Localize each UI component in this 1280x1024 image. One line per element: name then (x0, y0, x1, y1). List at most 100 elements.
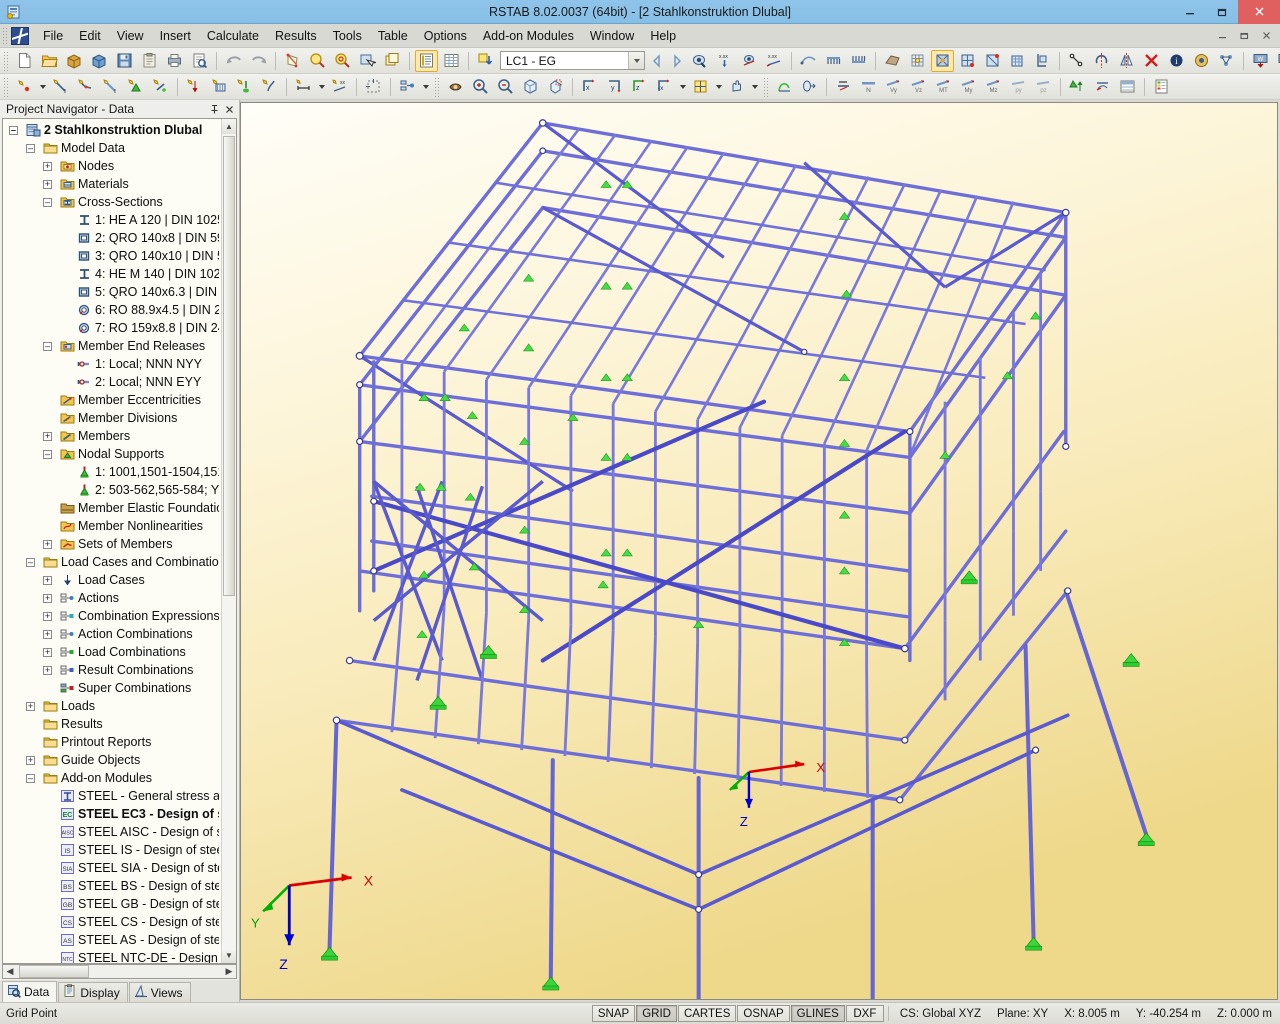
collapse-icon[interactable]: – (43, 450, 52, 459)
tree-item[interactable]: 5: QRO 140x6.3 | DIN 5 (3, 283, 221, 301)
delete-button[interactable] (1140, 50, 1163, 72)
mirror-button[interactable] (1115, 50, 1138, 72)
close-icon[interactable] (222, 102, 237, 117)
view-render-button[interactable] (689, 76, 712, 98)
menu-insert[interactable]: Insert (152, 26, 199, 46)
menu-edit[interactable]: Edit (71, 26, 109, 46)
open-file-button[interactable] (38, 50, 61, 72)
result-values-button[interactable] (738, 50, 761, 72)
toggle-dxf[interactable]: DXF (846, 1005, 884, 1022)
tree-item[interactable]: +Load Combinations (3, 643, 221, 661)
result-axial-button[interactable] (832, 76, 855, 98)
toggle-snap[interactable]: SNAP (592, 1005, 635, 1022)
open-project-button[interactable] (88, 50, 111, 72)
new-support-button[interactable] (124, 76, 147, 98)
result-diagram-button[interactable] (773, 76, 796, 98)
toolbar-grip-4[interactable] (763, 77, 769, 97)
tree-item[interactable]: STEEL - General stress ana (3, 787, 221, 805)
tree-item[interactable]: +Materials (3, 175, 221, 193)
print-button[interactable] (163, 50, 186, 72)
nodal-load-button[interactable] (183, 76, 206, 98)
collapse-icon[interactable]: – (26, 774, 35, 783)
result-My-button[interactable]: My (957, 76, 980, 98)
tree-item[interactable]: 4: HE M 140 | DIN 1025 (3, 265, 221, 283)
tree-item[interactable]: Super Combinations (3, 679, 221, 697)
tab-data[interactable]: Data (2, 981, 57, 1002)
collapse-icon[interactable]: – (43, 342, 52, 351)
undo-button[interactable] (222, 50, 245, 72)
tree-item[interactable]: 1: HE A 120 | DIN 1025 (3, 211, 221, 229)
edit-model-button[interactable] (281, 50, 304, 72)
menu-file[interactable]: File (35, 26, 71, 46)
scroll-right-icon[interactable]: ▶ (222, 965, 236, 978)
deformation-button[interactable] (797, 50, 820, 72)
settings-wheel-button[interactable] (1190, 50, 1213, 72)
dimension-button[interactable] (292, 76, 315, 98)
tree-item[interactable]: +Combination Expressions (3, 607, 221, 625)
table-grid-button[interactable] (440, 50, 463, 72)
save-button[interactable] (113, 50, 136, 72)
toolbar-grip-1[interactable] (3, 51, 9, 71)
toggle-grid[interactable]: GRID (636, 1005, 677, 1022)
expand-icon[interactable]: + (43, 576, 52, 585)
tree-item[interactable]: 1: Local; NNN NYY (3, 355, 221, 373)
mdi-restore-button[interactable] (1233, 26, 1255, 46)
tree-item[interactable]: ISSTEEL IS - Design of steel (3, 841, 221, 859)
toggle-cartes[interactable]: CARTES (678, 1005, 736, 1022)
previous-load-case-button[interactable] (647, 50, 667, 72)
expand-icon[interactable]: + (43, 594, 52, 603)
building-view-button[interactable] (1006, 50, 1029, 72)
tree-item[interactable]: +Members (3, 427, 221, 445)
result-pz-button[interactable]: pz (1032, 76, 1055, 98)
support-reactions-button[interactable] (1066, 76, 1089, 98)
new-member-set-button[interactable] (74, 76, 97, 98)
load-case-dropdown-arrow[interactable] (628, 52, 644, 69)
tree-item[interactable]: –Load Cases and Combinations (3, 553, 221, 571)
section-view-button[interactable] (1031, 50, 1054, 72)
hscroll-track[interactable] (17, 965, 222, 978)
grid-button[interactable] (362, 76, 385, 98)
tree-item[interactable]: –2 Stahlkonstruktion Dlubal (3, 121, 221, 139)
menu-options[interactable]: Options (416, 26, 475, 46)
scroll-thumb[interactable] (223, 136, 235, 596)
new-release-button[interactable] (149, 76, 172, 98)
tree-item[interactable]: NTCSTEEL NTC-DE - Design o (3, 949, 221, 963)
tree-item[interactable]: Printout Reports (3, 733, 221, 751)
menu-window[interactable]: Window (582, 26, 642, 46)
view-dropdown[interactable] (677, 76, 688, 98)
scroll-left-icon[interactable]: ◀ (3, 965, 17, 978)
tree-item[interactable]: +Sets of Members (3, 535, 221, 553)
pan-button[interactable] (444, 76, 467, 98)
tree-item[interactable]: Member Divisions (3, 409, 221, 427)
tree-item[interactable]: BSSTEEL BS - Design of steel (3, 877, 221, 895)
tree-item[interactable]: +Action Combinations (3, 625, 221, 643)
model-view-3-button[interactable] (981, 50, 1004, 72)
view-y-button[interactable]: y (603, 76, 626, 98)
zoom-detail-button[interactable] (306, 50, 329, 72)
view-z-button[interactable]: z (628, 76, 651, 98)
new-window-button[interactable] (381, 50, 404, 72)
menu-addon-modules[interactable]: Add-on Modules (475, 26, 582, 46)
model-viewport[interactable]: X Z X Y (240, 102, 1278, 1000)
load-distribution-button[interactable] (822, 50, 845, 72)
render-solid-button[interactable] (881, 50, 904, 72)
zoom-region-button[interactable] (544, 76, 567, 98)
view-hand-dropdown[interactable] (749, 76, 760, 98)
view-render-dropdown[interactable] (713, 76, 724, 98)
tree-item[interactable]: Member Eccentricities (3, 391, 221, 409)
mdi-minimize-button[interactable] (1211, 26, 1233, 46)
result-Mz-button[interactable]: Mz (982, 76, 1005, 98)
new-member-2-button[interactable]: I (99, 76, 122, 98)
tree-item[interactable]: +Nodes (3, 157, 221, 175)
result-section-button[interactable] (798, 76, 821, 98)
menu-results[interactable]: Results (267, 26, 325, 46)
numbering-button[interactable]: x.xx (713, 50, 736, 72)
tree-item[interactable]: 6: RO 88.9x4.5 | DIN 24 (3, 301, 221, 319)
expand-icon[interactable]: + (43, 540, 52, 549)
minimize-button[interactable] (1174, 0, 1206, 24)
maximize-button[interactable] (1206, 0, 1238, 24)
rotate-button[interactable] (1090, 50, 1113, 72)
tree-item[interactable]: –Add-on Modules (3, 769, 221, 787)
scroll-track[interactable] (222, 134, 236, 948)
zoom-window-button[interactable] (331, 50, 354, 72)
